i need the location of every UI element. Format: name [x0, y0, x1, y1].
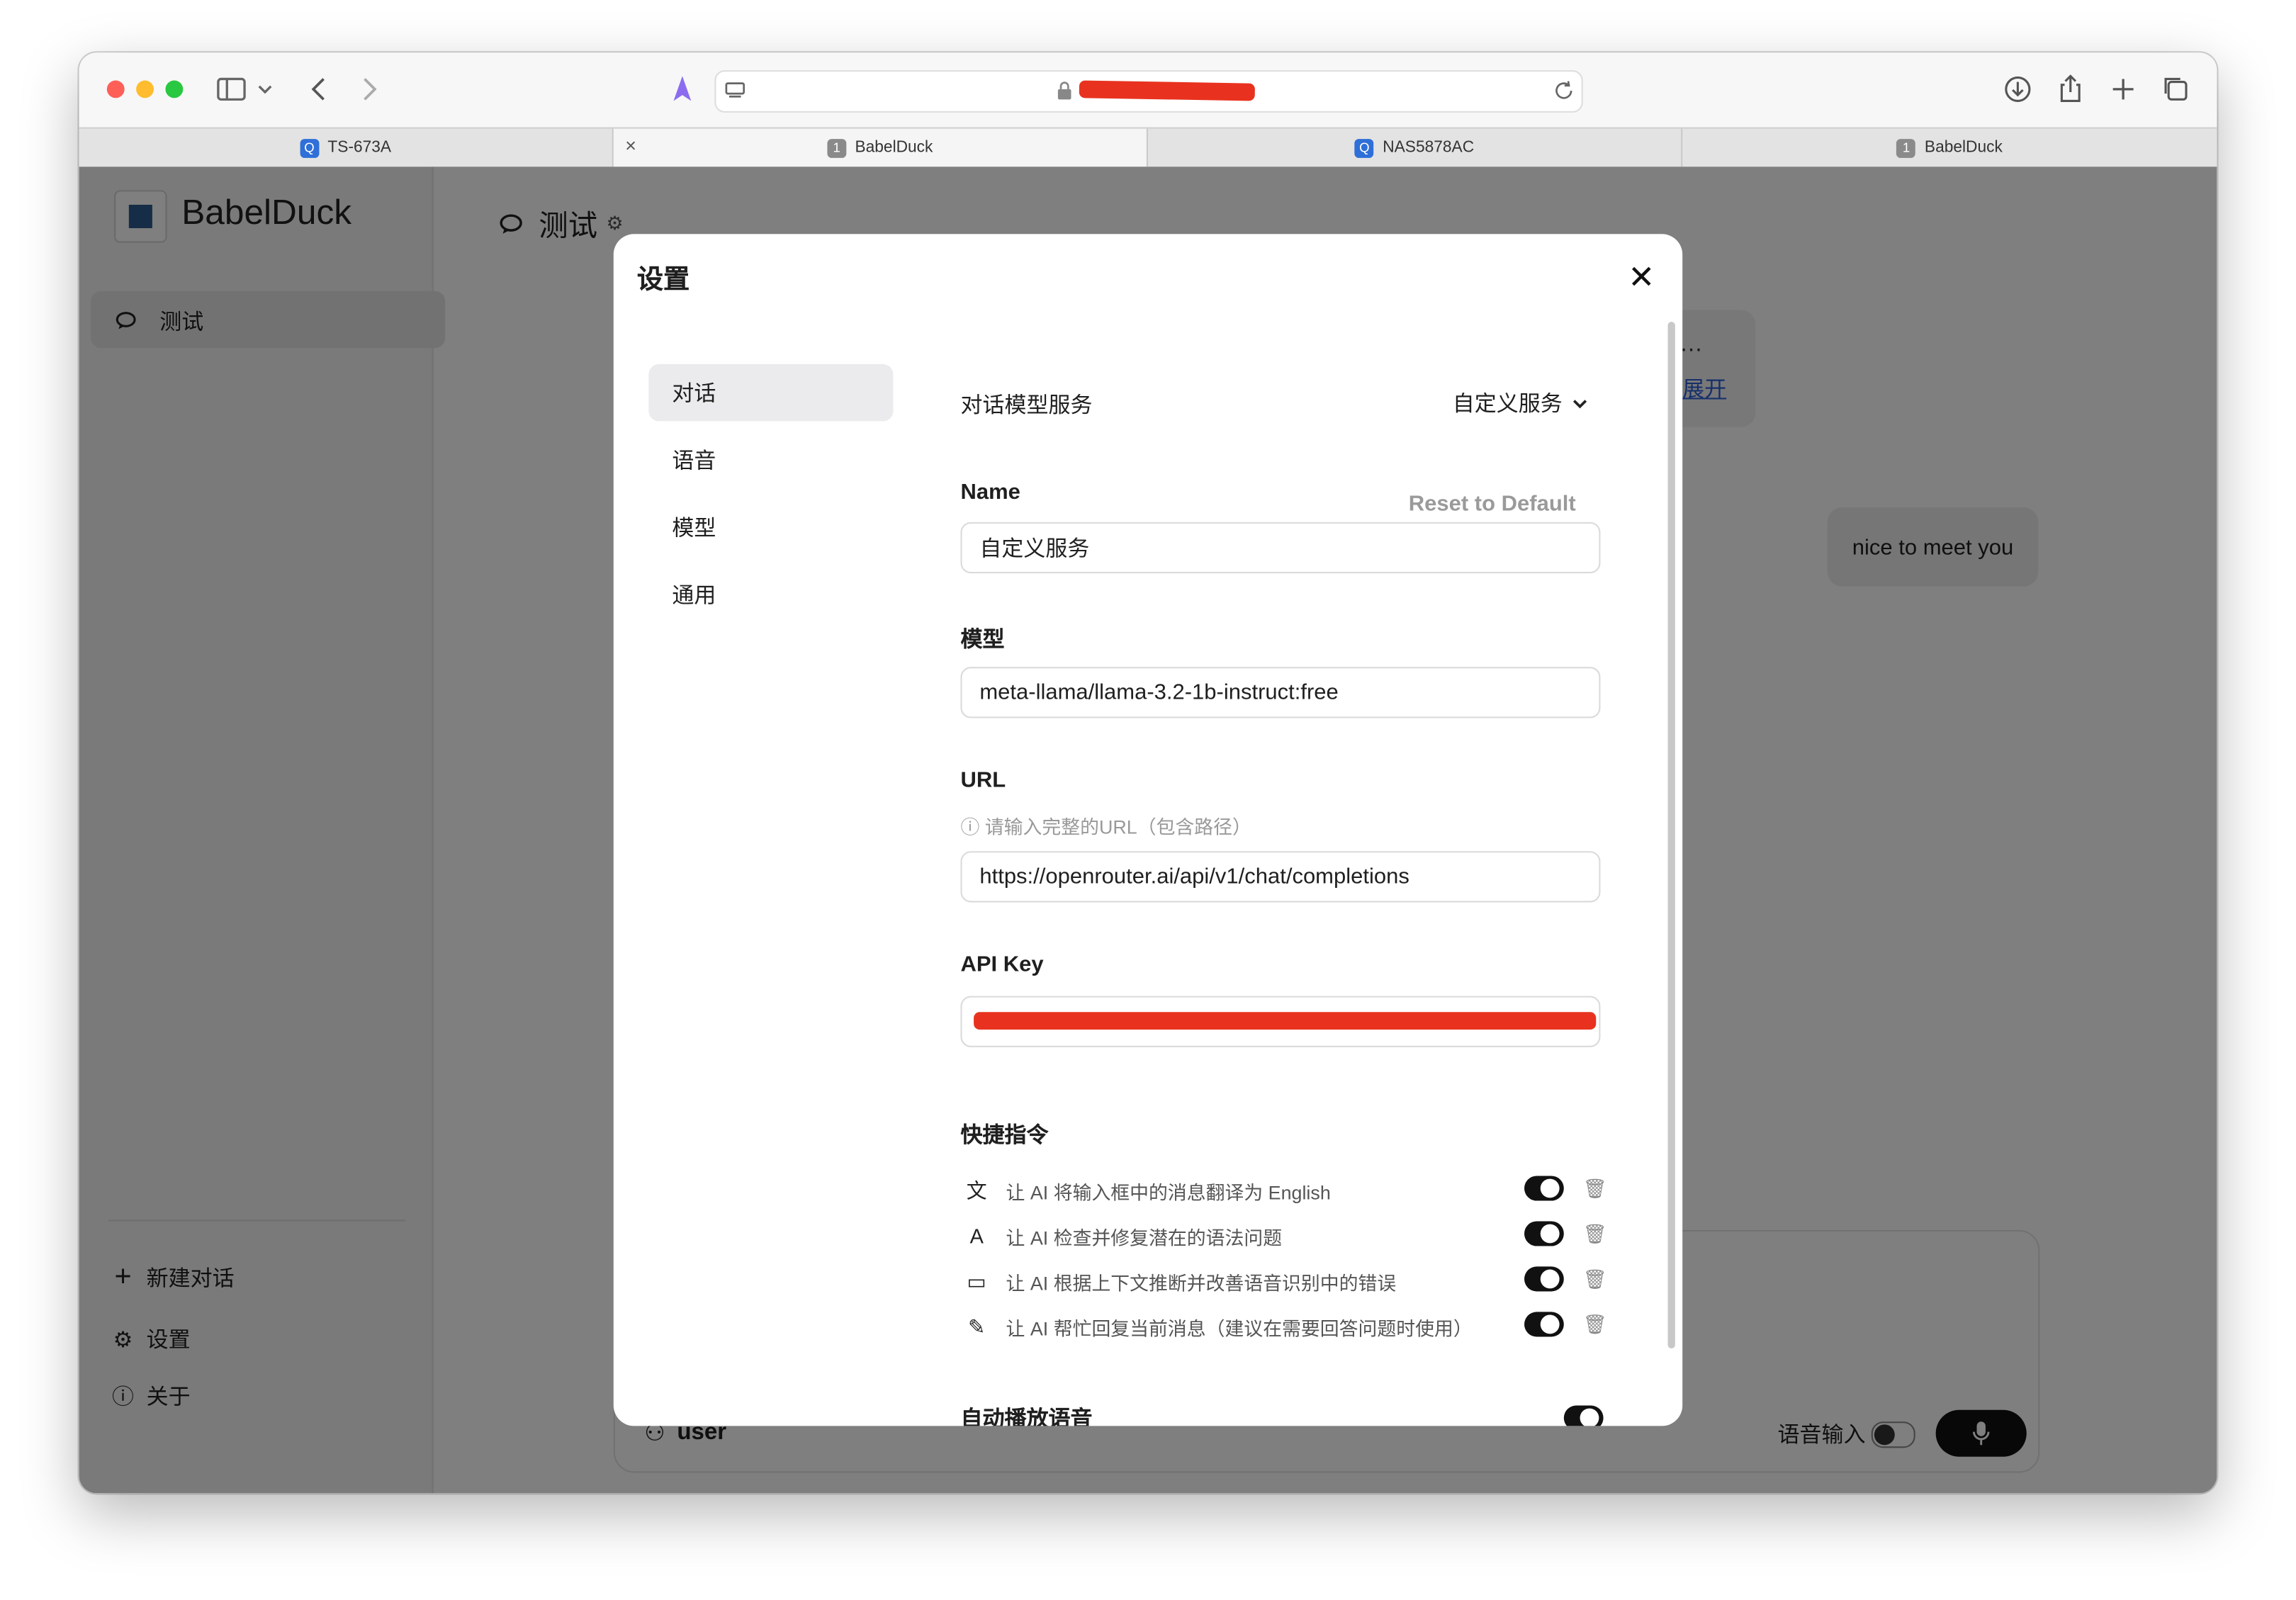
- close-icon[interactable]: ✕: [1624, 259, 1660, 297]
- shortcut-row: A 让 AI 检查并修复潜在的语法问题 🗑: [960, 1217, 1607, 1255]
- model-label: 模型: [960, 627, 1005, 653]
- shortcut-row: 文 让 AI 将输入框中的消息翻译为 English 🗑: [960, 1171, 1607, 1210]
- shortcut-text: 让 AI 将输入框中的消息翻译为 English: [1006, 1181, 1331, 1203]
- tab-voice[interactable]: 语音: [648, 432, 893, 488]
- pen-icon: ✎: [968, 1314, 986, 1338]
- url-label: URL: [960, 767, 1006, 793]
- close-tab-icon[interactable]: ×: [625, 135, 636, 157]
- speech-fix-icon: ▭: [967, 1268, 986, 1292]
- modal-title: 设置: [636, 264, 690, 294]
- tab-ts673a[interactable]: Q TS-673A: [79, 128, 614, 167]
- tab-label: TS-673A: [327, 139, 392, 157]
- settings-modal: 设置 ✕ 对话 语音 模型 通用 对话模型服务 自定义服务 Name Reset…: [613, 234, 1683, 1426]
- trash-icon[interactable]: 🗑: [1583, 1268, 1607, 1291]
- model-field[interactable]: meta-llama/llama-3.2-1b-instruct:free: [960, 667, 1601, 719]
- service-value: 自定义服务: [1452, 392, 1563, 417]
- tab-label: NAS5878AC: [1383, 139, 1475, 157]
- tab-babelduck-active[interactable]: × 1 BabelDuck: [613, 128, 1148, 167]
- tab-conversation[interactable]: 对话: [648, 364, 894, 422]
- shortcut-toggle[interactable]: [1524, 1221, 1564, 1246]
- download-icon[interactable]: [2000, 72, 2036, 107]
- shortcut-toggle[interactable]: [1524, 1312, 1564, 1337]
- lock-icon: [1057, 81, 1071, 100]
- url-hint: ⓘ 请输入完整的URL（包含路径）: [960, 816, 1251, 838]
- trash-icon[interactable]: 🗑: [1583, 1178, 1607, 1201]
- chevron-down-icon: [1572, 399, 1587, 408]
- shortcut-text: 让 AI 帮忙回复当前消息（建议在需要回答问题时使用）: [1006, 1317, 1473, 1339]
- forward-icon[interactable]: [351, 72, 387, 107]
- browser-window: Q TS-673A × 1 BabelDuck Q NAS5878AC 1 Ba…: [79, 52, 2217, 1494]
- shortcut-row: ✎ 让 AI 帮忙回复当前消息（建议在需要回答问题时使用） 🗑: [960, 1307, 1607, 1346]
- name-label: Name: [960, 479, 1020, 505]
- shortcut-text: 让 AI 检查并修复潜在的语法问题: [1006, 1226, 1283, 1249]
- shortcut-text: 让 AI 根据上下文推断并改善语音识别中的错误: [1006, 1271, 1397, 1294]
- api-key-field[interactable]: [960, 996, 1601, 1047]
- tab-model[interactable]: 模型: [648, 499, 893, 556]
- tab-overview-icon[interactable]: [2159, 72, 2194, 107]
- chevron-down-icon[interactable]: [255, 72, 276, 107]
- trash-icon[interactable]: 🗑: [1583, 1223, 1607, 1246]
- sidebar-toggle-icon[interactable]: [214, 72, 249, 107]
- address-bar[interactable]: [714, 70, 1583, 113]
- share-icon[interactable]: [2053, 72, 2088, 107]
- qnap-icon: Q: [300, 138, 320, 157]
- tab-babelduck[interactable]: 1 BabelDuck: [1682, 129, 2217, 167]
- shortcuts-label: 快捷指令: [960, 1123, 1049, 1149]
- autoplay-toggle[interactable]: [1563, 1405, 1604, 1426]
- redacted-api-key: [974, 1012, 1597, 1030]
- zoom-window-button[interactable]: [165, 80, 184, 98]
- app-area: BabelDuck 测试 + 新建对话 ⚙ 设置 ⓘ 关于: [79, 167, 2217, 1494]
- tab-nas5878ac[interactable]: Q NAS5878AC: [1148, 128, 1683, 167]
- favicon-icon: 1: [1896, 138, 1916, 157]
- back-icon[interactable]: [302, 72, 337, 107]
- scrollbar[interactable]: [1667, 322, 1675, 1349]
- service-label: 对话模型服务: [960, 393, 1093, 419]
- favicon-icon: 1: [827, 138, 847, 157]
- autoplay-label: 自动播放语音: [960, 1407, 1093, 1426]
- browser-toolbar: [79, 52, 2217, 128]
- settings-nav: 对话 语音 模型 通用: [648, 364, 894, 633]
- url-field[interactable]: https://openrouter.ai/api/v1/chat/comple…: [960, 851, 1601, 903]
- redacted-url: [1079, 80, 1256, 101]
- name-field[interactable]: 自定义服务: [960, 522, 1601, 574]
- close-window-button[interactable]: [106, 80, 125, 98]
- extension-icon[interactable]: [665, 72, 700, 107]
- new-tab-icon[interactable]: [2105, 72, 2141, 107]
- reader-icon[interactable]: [724, 79, 747, 102]
- service-select[interactable]: 自定义服务: [1453, 388, 1589, 418]
- qnap-icon: Q: [1354, 138, 1374, 157]
- spellcheck-icon: A: [969, 1224, 984, 1248]
- trash-icon[interactable]: 🗑: [1583, 1313, 1607, 1336]
- settings-content: 对话模型服务 自定义服务 Name Reset to Default 自定义服务…: [960, 234, 1607, 1426]
- tab-label: BabelDuck: [1924, 139, 2003, 157]
- api-key-label: API Key: [960, 952, 1044, 977]
- tab-general[interactable]: 通用: [648, 566, 893, 623]
- tab-bar: Q TS-673A × 1 BabelDuck Q NAS5878AC 1 Ba…: [79, 127, 2217, 169]
- shortcut-toggle[interactable]: [1524, 1176, 1564, 1201]
- reload-icon[interactable]: [1552, 79, 1575, 102]
- shortcut-toggle[interactable]: [1524, 1266, 1564, 1292]
- translate-icon: 文: [966, 1178, 987, 1202]
- reset-to-default-button[interactable]: Reset to Default: [1409, 492, 1576, 517]
- minimize-window-button[interactable]: [136, 80, 154, 98]
- tab-label: BabelDuck: [855, 139, 933, 157]
- shortcut-row: ▭ 让 AI 根据上下文推断并改善语音识别中的错误 🗑: [960, 1262, 1607, 1300]
